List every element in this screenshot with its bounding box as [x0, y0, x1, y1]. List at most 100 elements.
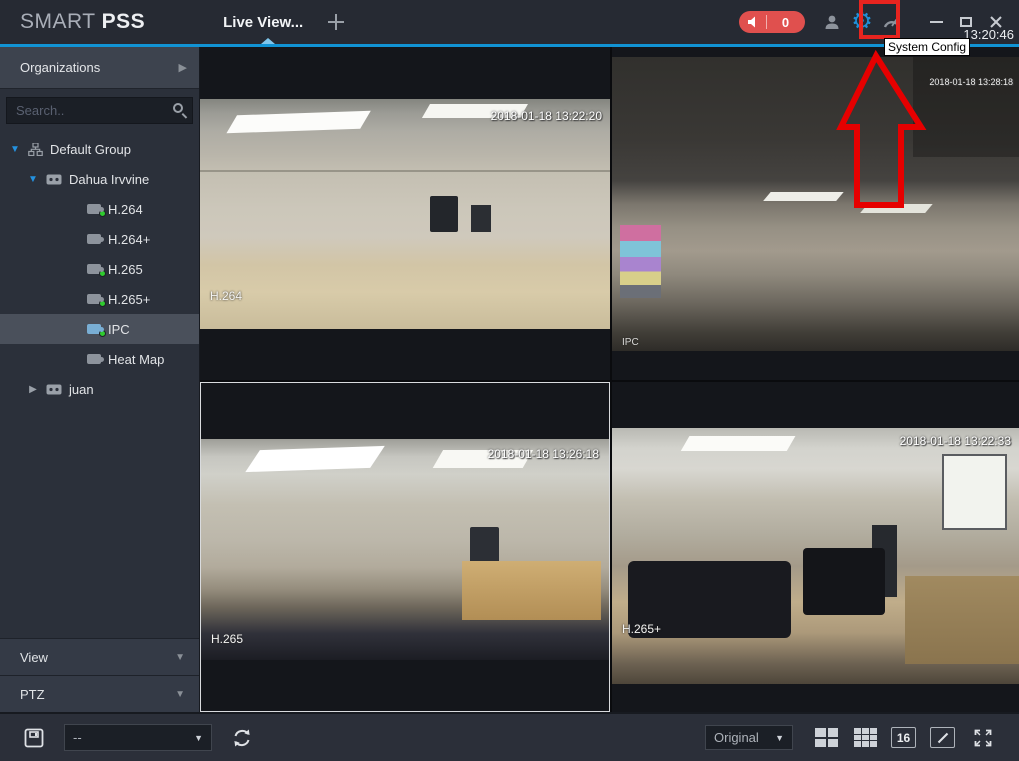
add-tab-icon[interactable] — [327, 13, 345, 31]
scene-decoration — [913, 57, 1019, 157]
tree-item-ipc[interactable]: IPC — [0, 314, 199, 344]
smartpss-window: SMART PSS Live View... 0 ⚙ 13:20:46 Orga… — [0, 0, 1019, 761]
save-view-button[interactable] — [20, 724, 48, 752]
camera-tile-h265plus[interactable]: 2018-01-18 13:22:33 H.265+ — [612, 382, 1019, 712]
scene-decoration — [470, 204, 492, 233]
chevron-down-icon: ▼ — [194, 732, 203, 743]
device-icon — [46, 174, 62, 185]
camera-online-icon — [87, 264, 106, 277]
camera-video: 2018-01-18 13:22:20 H.264 — [200, 99, 610, 329]
view-select[interactable]: -- ▼ — [64, 724, 212, 751]
search-input[interactable] — [6, 97, 193, 124]
tree-item-label: Dahua Irvvine — [69, 171, 150, 187]
tree-item-label: H.265+ — [108, 291, 151, 307]
chevron-down-icon: ▼ — [175, 688, 185, 700]
organizations-label: Organizations — [20, 60, 101, 75]
minimize-icon — [929, 21, 943, 23]
system-config-tooltip: System Config — [884, 38, 971, 56]
scene-decoration — [200, 170, 610, 173]
camera-timestamp: 2018-01-18 13:22:20 — [490, 109, 602, 123]
bottom-toolbar: -- ▼ Original ▼ 16 — [0, 712, 1019, 761]
camera-tile-h264[interactable]: 2018-01-18 13:22:20 H.264 — [200, 47, 610, 380]
organizations-header[interactable]: Organizations ▶ — [0, 47, 199, 89]
camera-online-icon — [87, 324, 106, 337]
camera-name-overlay: H.265 — [211, 632, 244, 646]
tree-item-h264plus[interactable]: H.264+ — [0, 224, 199, 254]
camera-video: 2018-01-18 13:22:33 H.265+ — [612, 428, 1019, 684]
search-box — [0, 89, 199, 130]
chevron-down-icon: ▼ — [775, 732, 784, 743]
clock: 13:20:46 — [963, 27, 1014, 42]
app-logo: SMART PSS — [20, 10, 145, 34]
split-16-label: 16 — [896, 730, 911, 745]
camera-video: 2018-01-18 13:28:18 IPC — [612, 57, 1019, 351]
scene-light — [860, 204, 934, 213]
org-group-icon — [28, 142, 43, 156]
tree-item-label: H.264 — [108, 201, 143, 217]
sidebar: Organizations ▶ ▼ — [0, 47, 200, 712]
refresh-button[interactable] — [228, 724, 256, 752]
scene-decoration — [462, 560, 601, 621]
ptz-panel-label: PTZ — [20, 686, 45, 702]
expander-icon[interactable]: ▼ — [27, 174, 39, 185]
performance-monitor-button[interactable] — [877, 7, 907, 37]
camera-video: 2018-01-18 13:26:18 H.265 — [201, 439, 609, 660]
tree-item-label: IPC — [108, 321, 130, 337]
camera-online-icon — [87, 204, 106, 217]
system-config-button[interactable]: ⚙ — [847, 7, 877, 37]
tab-live-view[interactable]: Live View... — [223, 14, 303, 31]
tree-item-label: Heat Map — [108, 351, 165, 367]
split-9-button[interactable] — [854, 728, 877, 747]
scene-decoration — [905, 576, 1019, 664]
scene-decoration — [803, 548, 885, 615]
split-4-button[interactable] — [815, 728, 838, 747]
tree-item-heat-map[interactable]: Heat Map — [0, 344, 199, 374]
tree-item-juan[interactable]: ▶ juan — [0, 374, 199, 404]
alarm-badge[interactable]: 0 — [739, 11, 805, 33]
camera-timestamp: 2018-01-18 13:28:18 — [929, 77, 1013, 87]
tree-item-h265[interactable]: H.265 — [0, 254, 199, 284]
camera-name-overlay: H.264 — [210, 289, 243, 303]
scene-light — [762, 192, 844, 202]
scene-decoration — [429, 195, 459, 233]
tree-item-label: juan — [69, 381, 94, 397]
camera-name-overlay: H.265+ — [622, 622, 662, 636]
brand-pss: PSS — [101, 10, 146, 33]
minimize-button[interactable] — [921, 9, 951, 35]
camera-offline-icon — [87, 234, 104, 244]
expander-icon[interactable]: ▼ — [9, 144, 21, 155]
search-icon[interactable] — [173, 103, 183, 113]
brand-smart: SMART — [20, 10, 102, 33]
scene-decoration — [620, 224, 661, 299]
titlebar: SMART PSS Live View... 0 ⚙ 13:20:46 — [0, 0, 1019, 44]
ptz-panel-header[interactable]: PTZ ▼ — [0, 675, 199, 712]
camera-tile-ipc[interactable]: 2018-01-18 13:28:18 IPC — [612, 47, 1019, 380]
split-16-button[interactable]: 16 — [891, 727, 916, 748]
tree-item-label: H.265 — [108, 261, 143, 277]
camera-name-overlay: IPC — [622, 337, 639, 348]
speaker-icon — [748, 16, 755, 28]
view-select-value: -- — [73, 730, 82, 745]
alarm-count: 0 — [781, 14, 790, 30]
view-panel-header[interactable]: View ▼ — [0, 638, 199, 675]
tree-item-default-group[interactable]: ▼ Default Group — [0, 134, 199, 164]
scale-select[interactable]: Original ▼ — [705, 725, 793, 750]
tree-item-h264[interactable]: H.264 — [0, 194, 199, 224]
custom-split-button[interactable] — [930, 727, 955, 748]
camera-timestamp: 2018-01-18 13:22:33 — [899, 434, 1011, 448]
expander-icon[interactable]: ▶ — [27, 384, 39, 395]
user-account-button[interactable] — [817, 7, 847, 37]
alarm-divider — [766, 15, 767, 29]
camera-online-icon — [87, 294, 106, 307]
device-icon — [46, 384, 62, 395]
fullscreen-button[interactable] — [969, 724, 997, 752]
gear-icon: ⚙ — [851, 8, 873, 35]
tree-item-h265plus[interactable]: H.265+ — [0, 284, 199, 314]
scene-light — [225, 110, 371, 134]
tree-item-dahua-irvvine[interactable]: ▼ Dahua Irvvine — [0, 164, 199, 194]
refresh-icon — [234, 729, 250, 746]
view-panel-label: View — [20, 649, 48, 665]
active-tab-pointer — [261, 38, 275, 44]
camera-tile-h265[interactable]: 2018-01-18 13:26:18 H.265 — [200, 382, 610, 712]
pen-icon — [937, 732, 948, 743]
